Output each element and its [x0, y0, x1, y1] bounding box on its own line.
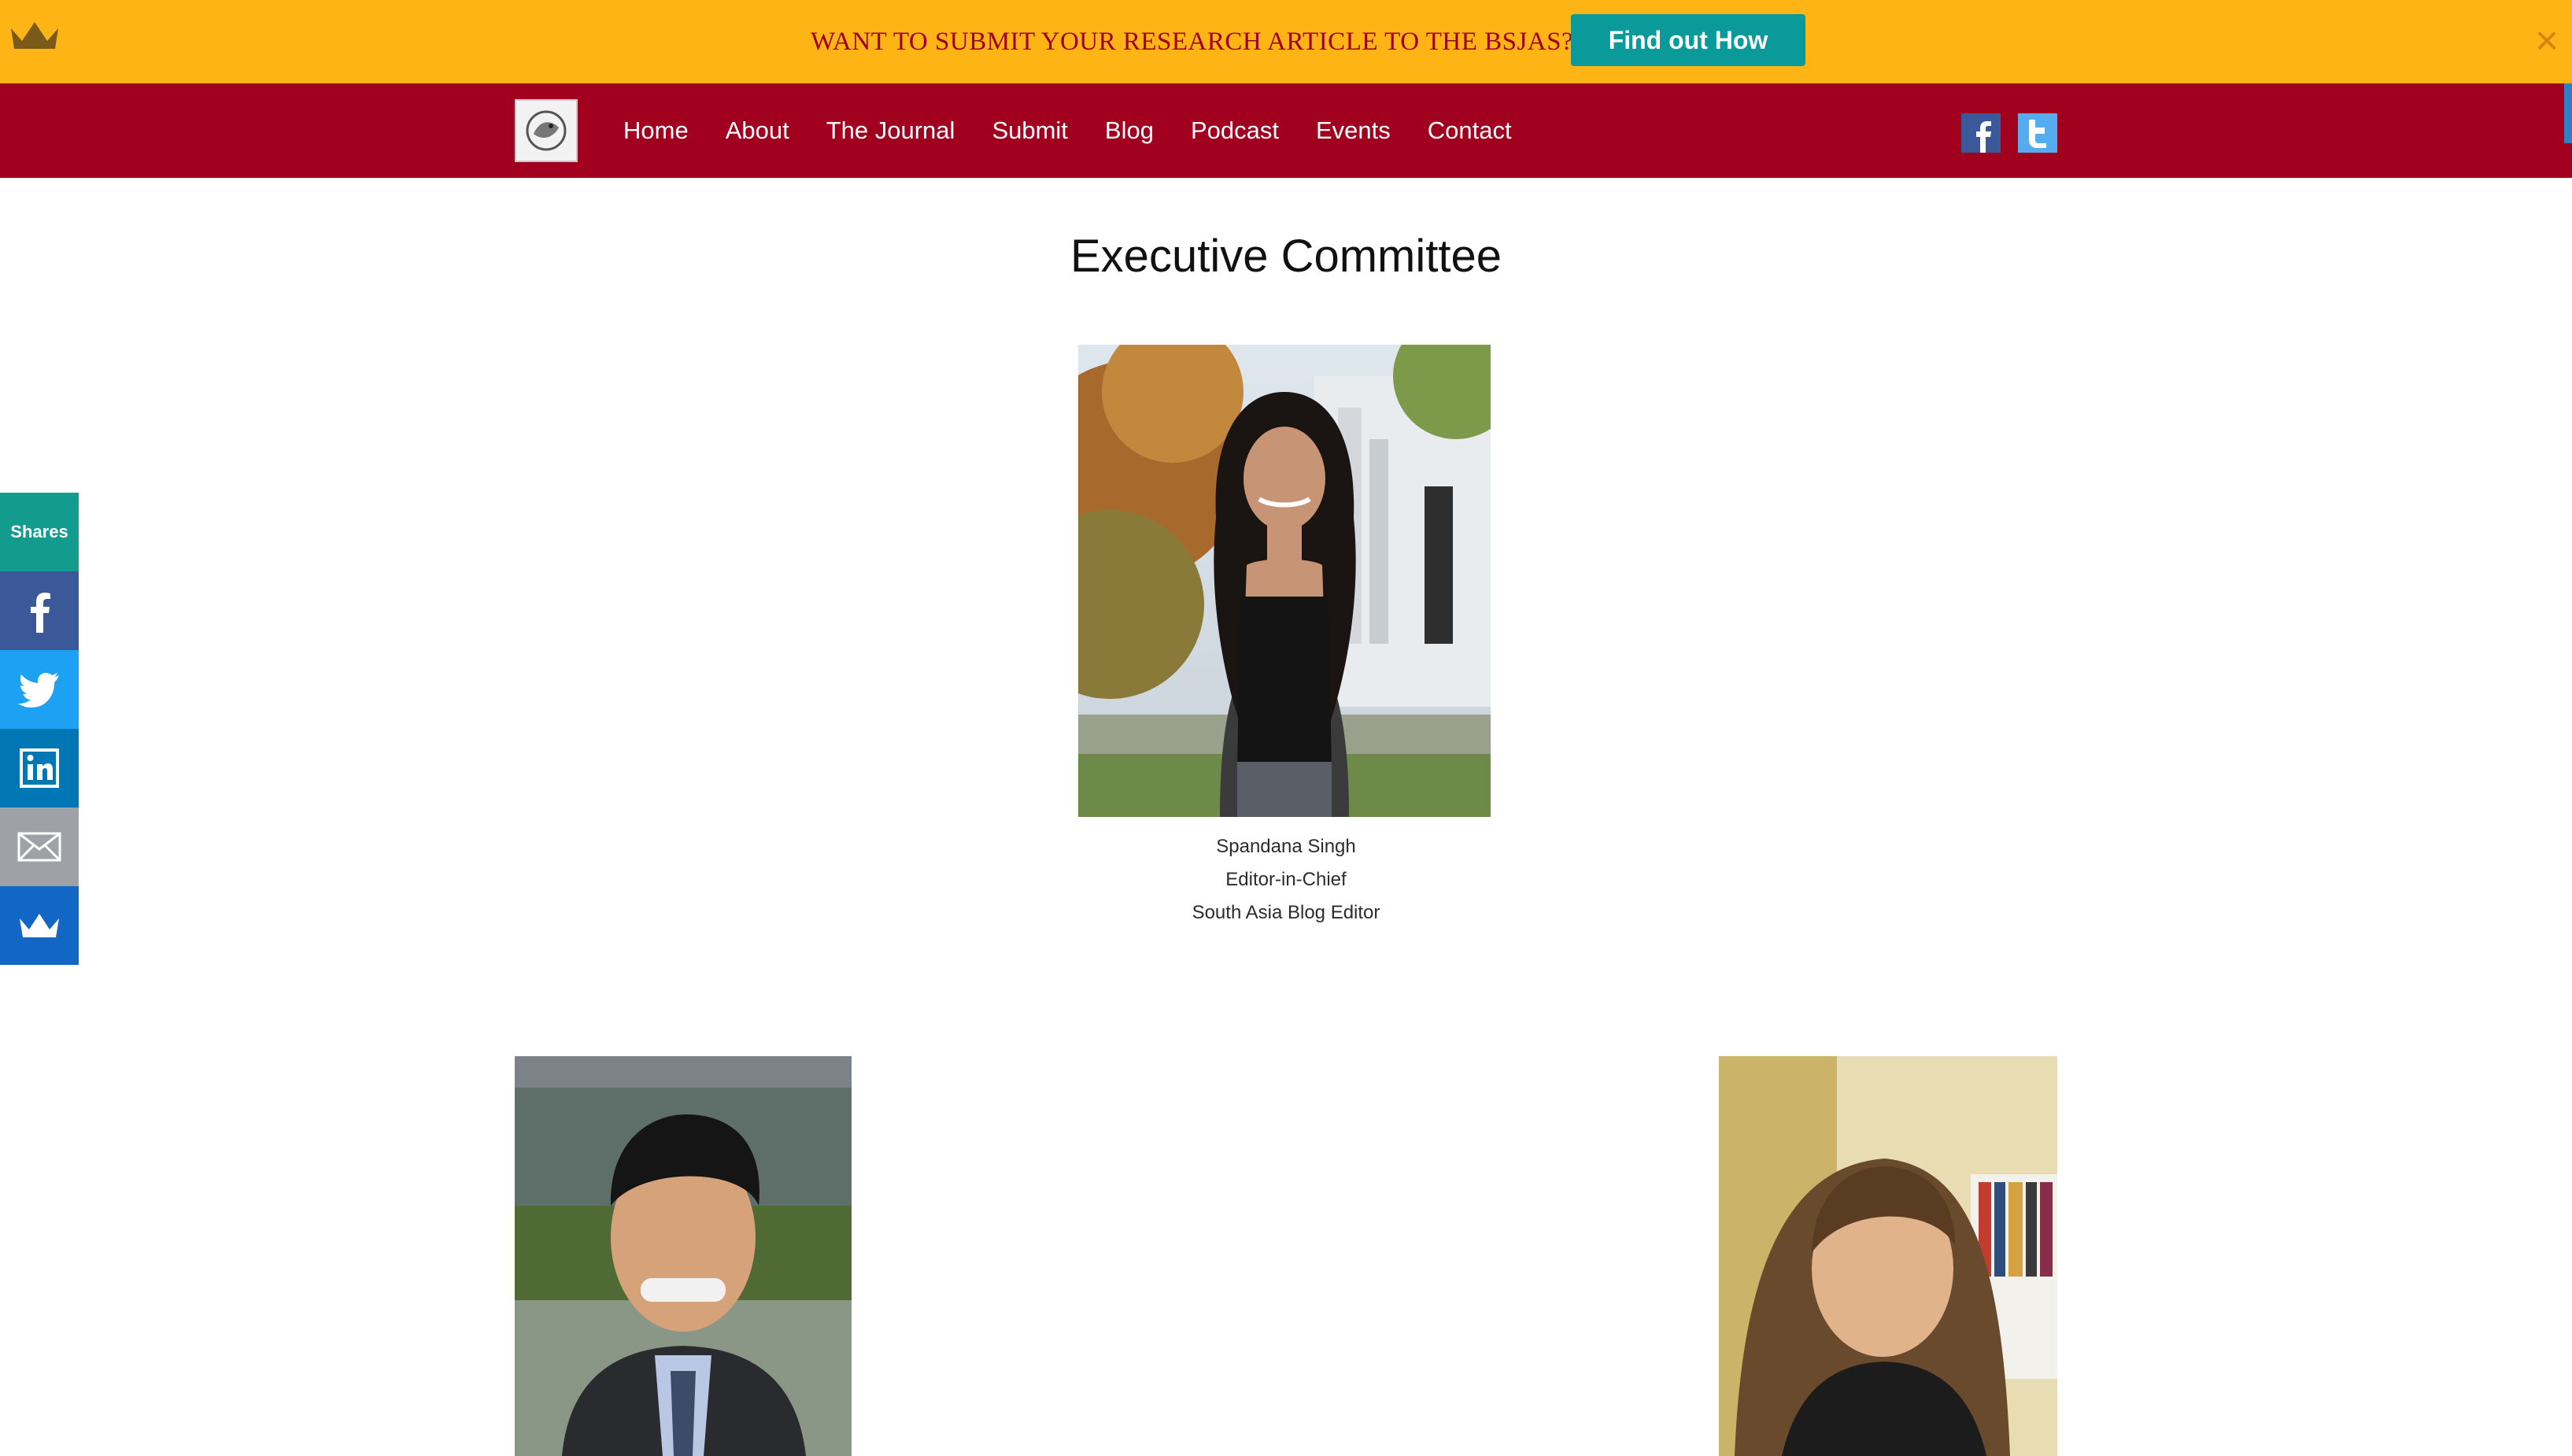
main-navigation: Home About The Journal Submit Blog Podca…: [0, 83, 2572, 178]
logo-emblem-icon: [526, 110, 567, 151]
member-photo-right: [1719, 1056, 2057, 1456]
crown-icon[interactable]: [8, 17, 61, 54]
nav-item-events[interactable]: Events: [1316, 116, 1391, 145]
find-out-how-button[interactable]: Find out How: [1571, 14, 1805, 66]
scroll-indicator: [2564, 83, 2572, 143]
nav-item-podcast[interactable]: Podcast: [1191, 116, 1279, 145]
facebook-icon[interactable]: [1961, 113, 2001, 153]
member-caption: Spandana Singh Editor-in-Chief South Asi…: [0, 830, 2572, 929]
nav-item-home[interactable]: Home: [623, 116, 689, 145]
member-role-2: South Asia Blog Editor: [1192, 902, 1380, 923]
promo-banner: WANT TO SUBMIT YOUR RESEARCH ARTICLE TO …: [0, 0, 2572, 83]
nav-item-contact[interactable]: Contact: [1428, 116, 1512, 145]
member-name: Spandana Singh: [1216, 836, 1356, 857]
promo-text: WANT TO SUBMIT YOUR RESEARCH ARTICLE TO …: [811, 28, 1574, 56]
member-photo-spandana-singh: [1078, 345, 1491, 817]
share-twitter-button[interactable]: [0, 650, 79, 729]
twitter-icon[interactable]: [2018, 113, 2057, 153]
share-linkedin-button[interactable]: [0, 729, 79, 807]
nav-item-submit[interactable]: Submit: [992, 116, 1067, 145]
page-title: Executive Committee: [1070, 231, 1502, 282]
member-photo-left: [515, 1056, 852, 1456]
twitter-icon: [18, 673, 59, 708]
nav-item-the-journal[interactable]: The Journal: [826, 116, 955, 145]
site-logo[interactable]: [515, 99, 578, 162]
member-role-1: Editor-in-Chief: [1225, 869, 1347, 890]
facebook-icon: [31, 593, 50, 633]
nav-item-about[interactable]: About: [726, 116, 789, 145]
linkedin-icon: [20, 748, 59, 788]
share-facebook-button[interactable]: [0, 571, 79, 650]
shares-label: Shares: [0, 493, 79, 571]
nav-menu: Home About The Journal Submit Blog Podca…: [623, 83, 1549, 178]
close-icon[interactable]: ×: [2526, 20, 2567, 61]
nav-item-blog[interactable]: Blog: [1105, 116, 1154, 145]
